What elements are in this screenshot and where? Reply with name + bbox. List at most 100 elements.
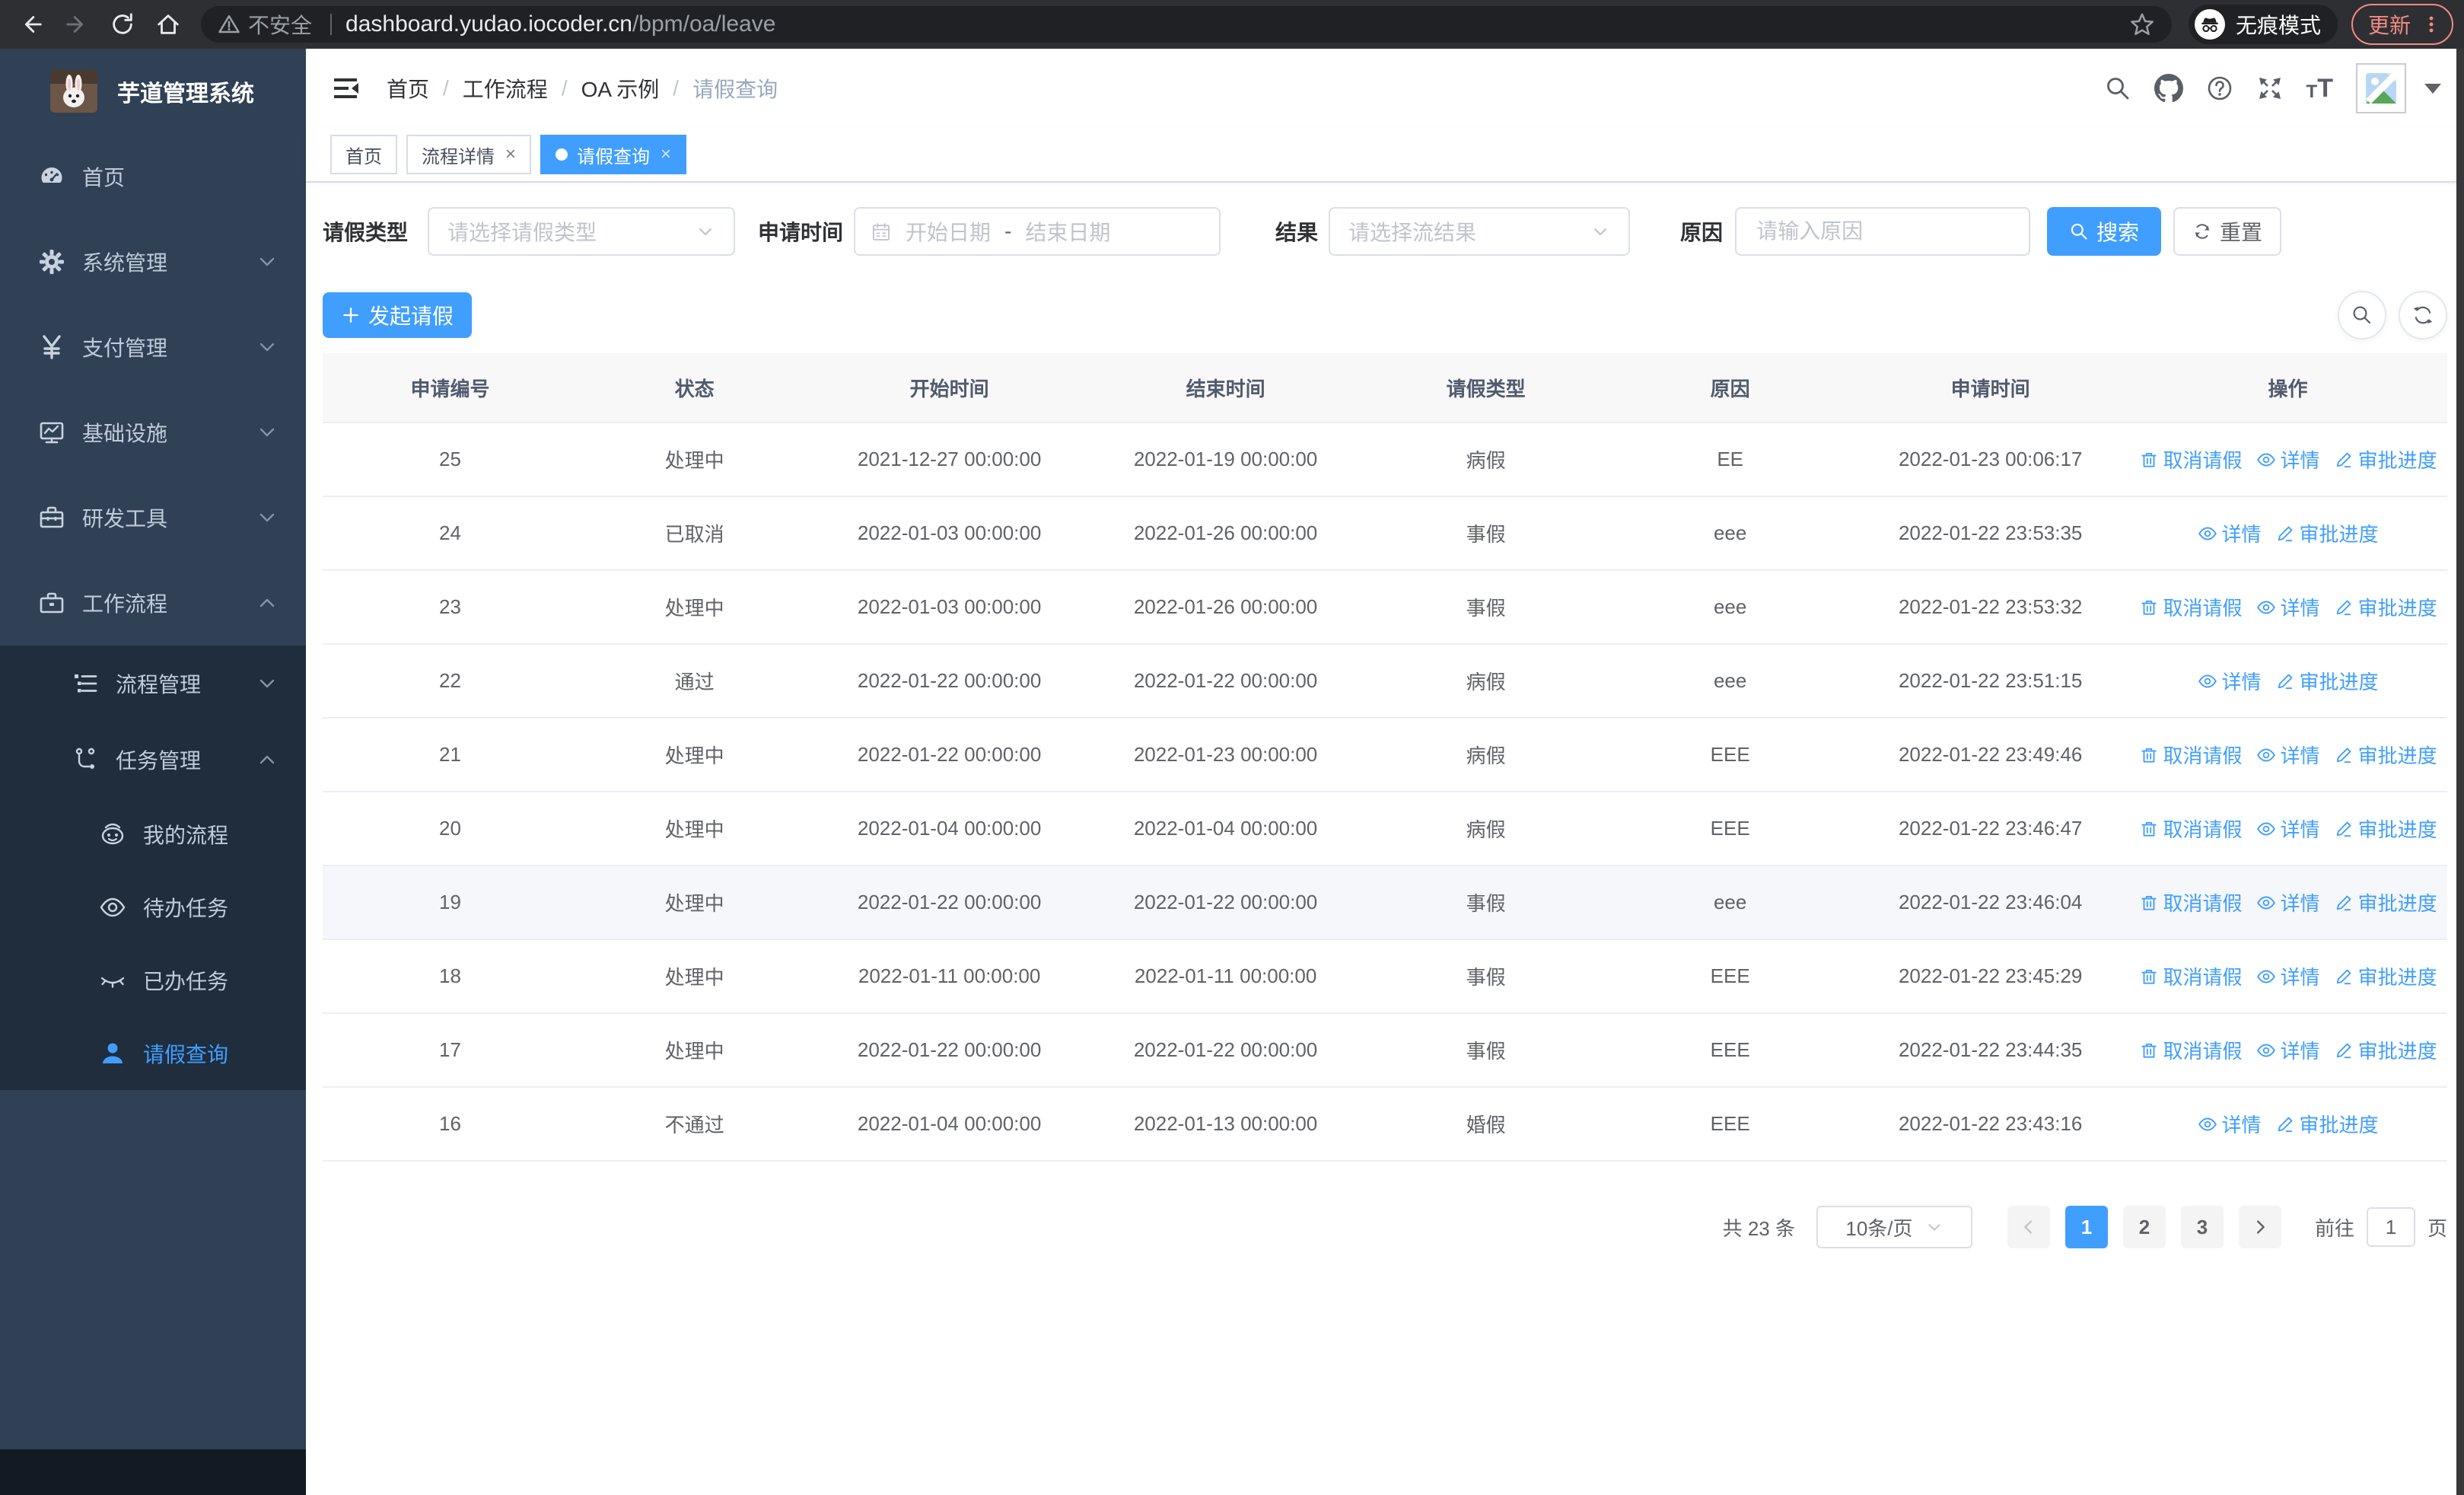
browser-back-button[interactable] [11,4,52,45]
sidebar-item-my-process[interactable]: 我的流程 [0,798,306,871]
browser-home-button[interactable] [148,4,189,45]
detail-link[interactable]: 详情 [2256,741,2320,769]
breadcrumb-home[interactable]: 首页 [387,73,429,104]
avatar-dropdown-caret[interactable] [2424,83,2441,94]
date-separator: - [1004,219,1012,243]
github-link[interactable] [2154,74,2183,103]
approval-progress-link[interactable]: 审批进度 [2334,814,2437,843]
help-button[interactable] [2206,75,2233,102]
url-host[interactable]: dashboard.yudao.iocoder.cn [345,11,632,37]
detail-link[interactable]: 详情 [2256,593,2320,621]
approval-progress-link[interactable]: 审批进度 [2334,888,2437,916]
sidebar-item-task-management[interactable]: 任务管理 [0,722,306,798]
font-size-button[interactable]: TT [2306,75,2333,101]
cancel-leave-link[interactable]: 取消请假 [2139,962,2243,990]
show-search-toggle-button[interactable] [2338,291,2386,339]
cell-status: 处理中 [664,1040,724,1063]
sidebar-item-done-tasks[interactable]: 已办任务 [0,944,306,1017]
cancel-leave-link[interactable]: 取消请假 [2139,593,2243,621]
sidebar-item-infrastructure[interactable]: 基础设施 [0,390,306,475]
tags-view-bar: 首页 流程详情 × 请假查询 × [306,128,2464,183]
github-icon [2154,74,2183,103]
next-page-button[interactable] [2238,1206,2281,1248]
close-icon[interactable]: × [505,144,516,165]
detail-link[interactable]: 详情 [2198,519,2262,547]
browser-reload-button[interactable] [102,4,143,45]
security-label[interactable]: 不安全 [248,9,312,40]
sidebar-collapse-button[interactable] [330,73,361,104]
detail-link[interactable]: 详情 [2256,814,2320,843]
browser-menu-dots-icon[interactable] [2421,14,2441,34]
sidebar-item-process-management[interactable]: 流程管理 [0,645,306,722]
sidebar-item-todo-tasks[interactable]: 待办任务 [0,871,306,944]
page-size-select[interactable]: 10条/页 [1816,1206,1972,1248]
user-avatar[interactable] [2356,63,2406,113]
fullscreen-button[interactable] [2256,75,2284,102]
bookmark-star-icon[interactable] [2129,11,2155,37]
goto-page-input[interactable] [2366,1207,2415,1247]
breadcrumb-oa-example[interactable]: OA 示例 [581,73,660,104]
apply-time-range-picker[interactable]: 开始日期 - 结束日期 [854,207,1221,256]
sidebar-item-workflow[interactable]: 工作流程 [0,560,306,645]
goto-page-group: 前往 页 [2315,1207,2447,1247]
breadcrumb-workflow[interactable]: 工作流程 [463,73,548,104]
sidebar-item-system[interactable]: 系统管理 [0,219,306,304]
page-button-1[interactable]: 1 [2064,1206,2108,1248]
cell-apply-time: 2022-01-22 23:46:04 [1898,891,2083,913]
approval-progress-link[interactable]: 审批进度 [2275,519,2379,547]
sidebar-item-leave-query[interactable]: 请假查询 [0,1017,306,1090]
cancel-leave-link[interactable]: 取消请假 [2139,445,2243,473]
browser-update-button[interactable]: 更新 [2351,4,2453,45]
reset-button[interactable]: 重置 [2173,207,2282,256]
detail-link[interactable]: 详情 [2198,667,2262,695]
sidebar-logo[interactable]: 芋道管理系统 [0,49,306,134]
window-scrollbar[interactable] [2456,49,2464,1495]
approval-progress-link[interactable]: 审批进度 [2275,667,2379,695]
reason-input[interactable] [1755,218,2011,244]
refresh-icon [2195,224,2210,239]
sidebar-item-dev-tools[interactable]: 研发工具 [0,475,306,560]
search-button[interactable]: 搜索 [2047,207,2162,256]
reason-label: 原因 [1680,221,1724,244]
detail-link[interactable]: 详情 [2256,445,2320,473]
leave-type-select[interactable]: 请选择请假类型 [428,207,736,256]
approval-progress-link[interactable]: 审批进度 [2334,445,2437,473]
approval-progress-link[interactable]: 审批进度 [2275,1110,2379,1138]
cancel-leave-link[interactable]: 取消请假 [2139,1036,2243,1064]
sidebar-item-payment[interactable]: 支付管理 [0,304,306,390]
eye-open-icon [100,897,126,917]
tab-leave-query[interactable]: 请假查询 × [540,135,687,174]
cell-end-time: 2022-01-04 00:00:00 [1133,817,1318,840]
detail-link[interactable]: 详情 [2256,962,2320,990]
page-button-2[interactable]: 2 [2122,1206,2166,1248]
edit-pencil-icon [2336,452,2351,467]
create-leave-button[interactable]: 发起请假 [323,292,472,338]
approval-progress-link[interactable]: 审批进度 [2334,1036,2437,1064]
detail-link[interactable]: 详情 [2256,1036,2320,1064]
approval-progress-link[interactable]: 审批进度 [2334,741,2437,769]
yen-icon [43,335,61,359]
result-select[interactable]: 请选择流结果 [1329,207,1631,256]
detail-link[interactable]: 详情 [2256,888,2320,916]
url-path[interactable]: /bpm/oa/leave [632,11,775,37]
edit-pencil-icon [2278,526,2292,541]
tab-home[interactable]: 首页 [330,135,397,174]
cancel-leave-link[interactable]: 取消请假 [2139,814,2243,843]
approval-progress-link[interactable]: 审批进度 [2334,962,2437,990]
close-icon[interactable]: × [661,144,671,165]
sidebar-item-home[interactable]: 首页 [0,134,306,219]
page-button-3[interactable]: 3 [2180,1206,2224,1248]
cell-reason: eee [1713,669,1747,692]
refresh-table-button[interactable] [2399,291,2447,339]
cell-end-time: 2022-01-26 00:00:00 [1133,595,1318,618]
approval-progress-link[interactable]: 审批进度 [2334,593,2437,621]
tab-process-detail[interactable]: 流程详情 × [406,135,532,174]
browser-forward-button[interactable] [56,4,97,45]
cancel-leave-link[interactable]: 取消请假 [2139,741,2243,769]
not-secure-warning-icon [218,14,240,33]
prev-page-button[interactable] [2007,1206,2050,1248]
cancel-leave-link[interactable]: 取消请假 [2139,888,2243,916]
detail-link[interactable]: 详情 [2198,1110,2262,1138]
address-bar[interactable]: 不安全 dashboard.yudao.iocoder.cn /bpm/oa/l… [201,6,2172,43]
header-search-button[interactable] [2104,75,2131,102]
